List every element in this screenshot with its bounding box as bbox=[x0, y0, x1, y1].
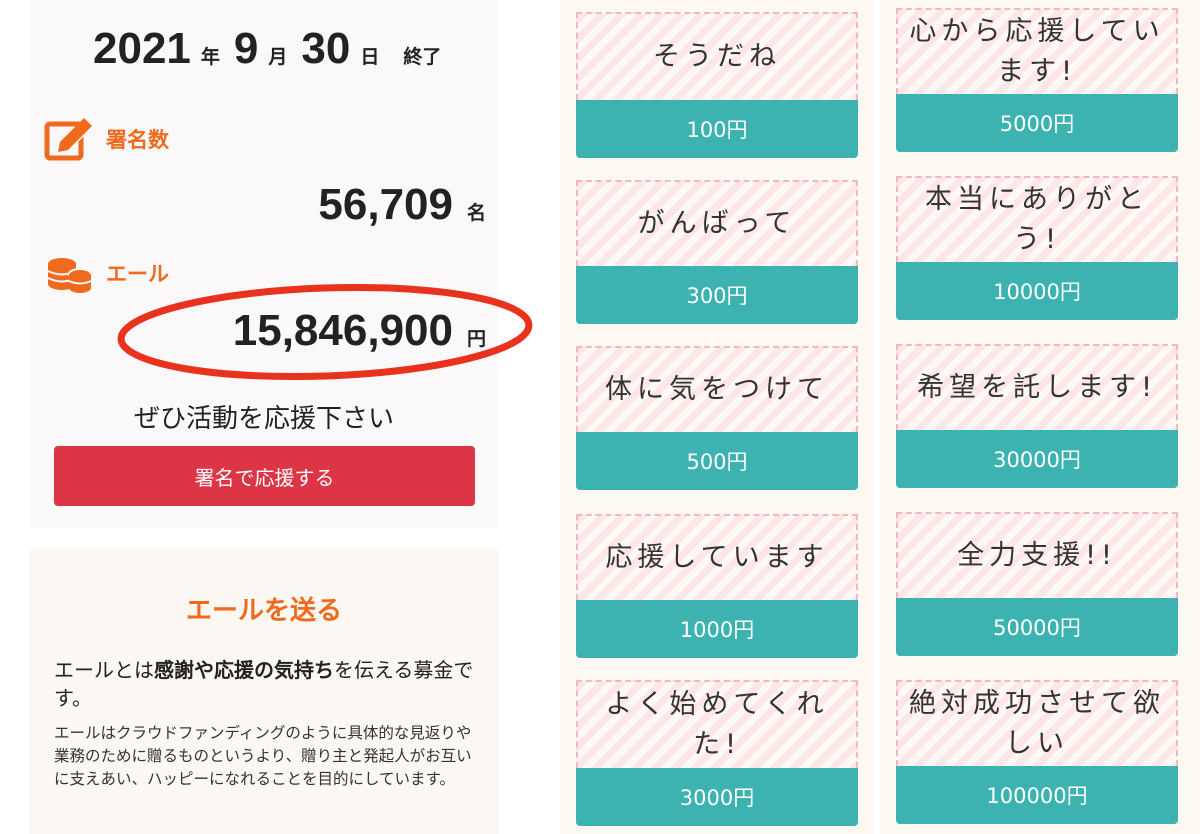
ale-option-card[interactable]: がんばって 300円 bbox=[576, 180, 858, 324]
ale-option-amount-button[interactable]: 100円 bbox=[576, 100, 858, 158]
ale-option-message: そうだね bbox=[576, 12, 858, 100]
ale-option-message: 応援しています bbox=[576, 514, 858, 600]
ale-option-message: 絶対成功させて欲しい bbox=[896, 680, 1178, 766]
sign-support-button[interactable]: 署名で応援する bbox=[54, 446, 475, 506]
ale-option-amount-button[interactable]: 50000円 bbox=[896, 598, 1178, 656]
ale-option-card[interactable]: よく始めてくれた! 3000円 bbox=[576, 680, 858, 826]
pencil-edit-icon bbox=[44, 116, 106, 162]
ale-option-amount-button[interactable]: 30000円 bbox=[896, 430, 1178, 488]
ale-option-card[interactable]: 体に気をつけて 500円 bbox=[576, 346, 858, 490]
signature-count: 56,709 名 bbox=[318, 180, 486, 230]
ale-option-message: 体に気をつけて bbox=[576, 346, 858, 432]
signature-count-value: 56,709 bbox=[318, 180, 453, 229]
support-message: ぜひ活動を応援下さい bbox=[133, 404, 394, 434]
ale-option-amount-button[interactable]: 300円 bbox=[576, 266, 858, 324]
ale-option-message: 本当にありがとう! bbox=[896, 176, 1178, 262]
end-label: 終了 bbox=[403, 46, 442, 68]
ale-option-card[interactable]: 希望を託します! 30000円 bbox=[896, 344, 1178, 488]
ale-option-amount-button[interactable]: 10000円 bbox=[896, 262, 1178, 320]
ale-option-amount-button[interactable]: 100000円 bbox=[896, 766, 1178, 824]
ale-option-card[interactable]: 本当にありがとう! 10000円 bbox=[896, 176, 1178, 320]
ale-option-message: 全力支援!! bbox=[896, 512, 1178, 598]
ale-description: エールとは感謝や応援の気持ちを伝える募金です。 bbox=[54, 658, 474, 710]
ale-total-unit: 円 bbox=[466, 328, 486, 350]
ale-description-detail: エールはクラウドファンディングのように具体的な見返りや業務のために贈るものという… bbox=[54, 724, 472, 788]
end-month: 9 bbox=[233, 24, 259, 73]
ale-option-message: 希望を託します! bbox=[896, 344, 1178, 430]
ale-option-amount-button[interactable]: 1000円 bbox=[576, 600, 858, 658]
month-unit: 月 bbox=[268, 46, 288, 68]
ale-option-amount-button[interactable]: 5000円 bbox=[896, 94, 1178, 152]
ale-option-amount-button[interactable]: 3000円 bbox=[576, 768, 858, 826]
end-date: 2021 年 9 月 30 日 終了 bbox=[93, 24, 441, 74]
ale-option-card[interactable]: 全力支援!! 50000円 bbox=[896, 512, 1178, 656]
ale-option-message: がんばって bbox=[576, 180, 858, 266]
ale-option-amount-button[interactable]: 500円 bbox=[576, 432, 858, 490]
ale-option-card[interactable]: そうだね 100円 bbox=[576, 12, 858, 158]
end-year: 2021 bbox=[93, 24, 191, 73]
ale-total-amount: 15,846,900 円 bbox=[233, 306, 486, 356]
signature-count-label: 署名数 bbox=[44, 116, 169, 162]
coin-stack-icon bbox=[44, 250, 106, 296]
ale-option-card[interactable]: 絶対成功させて欲しい 100000円 bbox=[896, 680, 1178, 824]
year-unit: 年 bbox=[200, 46, 220, 68]
send-ale-title: エールを送る bbox=[185, 596, 342, 626]
ale-option-card[interactable]: 応援しています 1000円 bbox=[576, 514, 858, 658]
ale-option-message: よく始めてくれた! bbox=[576, 680, 858, 768]
signature-count-unit: 名 bbox=[466, 202, 486, 224]
day-unit: 日 bbox=[360, 46, 380, 68]
end-day: 30 bbox=[301, 24, 351, 73]
ale-option-card[interactable]: 心から応援しています! 5000円 bbox=[896, 8, 1178, 152]
ale-total-value: 15,846,900 bbox=[232, 306, 453, 355]
ale-option-message: 心から応援しています! bbox=[896, 8, 1178, 94]
